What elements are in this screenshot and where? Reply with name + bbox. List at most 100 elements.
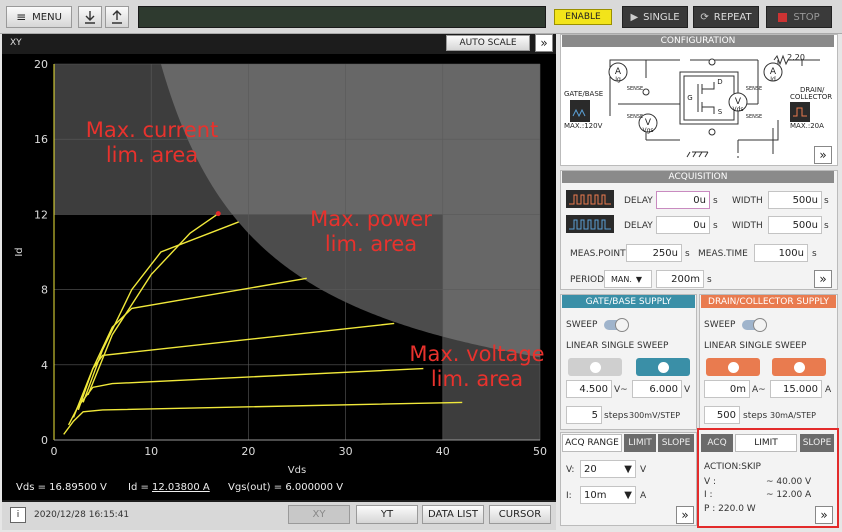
limit-more-chevron-icon[interactable]: »: [815, 506, 833, 524]
drain-stop-value: 15.000: [783, 383, 818, 395]
tab-limit-right-label: LIMIT: [754, 438, 778, 448]
drain-supply-icon: [790, 102, 810, 122]
download-icon: [85, 11, 95, 24]
stop-button[interactable]: STOP: [766, 6, 832, 28]
gate-start-unit: V~: [614, 385, 628, 395]
fet-drain-label: D: [717, 78, 722, 86]
menu-icon: ≡: [16, 10, 27, 24]
annotation-power-line-1: lim. area: [324, 232, 418, 256]
expand-graph-chevron-icon[interactable]: »: [535, 34, 553, 52]
tab-slope-left[interactable]: SLOPE: [658, 434, 694, 452]
single-button[interactable]: ▶ SINGLE: [622, 6, 688, 28]
period-mode-select[interactable]: MAN. ▼: [604, 270, 652, 288]
delay-unit-1: s: [713, 196, 718, 206]
gate-start-knob-icon[interactable]: [568, 358, 622, 376]
x-tick-label-5: 50: [533, 445, 547, 458]
period-label: PERIOD: [570, 275, 605, 285]
width-value-1: 500u: [792, 194, 818, 206]
dropdown-arrow-icon: ▼: [624, 489, 632, 501]
tab-acq-right[interactable]: ACQ: [701, 434, 733, 452]
range-i-unit: A: [640, 491, 647, 501]
fet-gate-label: G: [687, 94, 692, 102]
meas-point-value: 250u: [652, 247, 678, 259]
y-tick-label-1: 4: [41, 359, 48, 372]
meas-time-value: 100u: [778, 247, 804, 259]
drain-start-knob-icon[interactable]: [706, 358, 760, 376]
width-label-1: WIDTH: [732, 196, 763, 206]
annotation-current-line-1: lim. area: [105, 143, 199, 167]
info-icon[interactable]: i: [10, 507, 26, 523]
load-data-button[interactable]: [105, 6, 129, 28]
gate-start-field[interactable]: 4.500: [566, 380, 612, 398]
id-meter-label: Id: [770, 76, 776, 83]
timestamp: 2020/12/28 16:15:41: [34, 510, 130, 520]
readout-id-label: Id =: [128, 482, 149, 493]
gate-stop-unit: V: [684, 385, 691, 395]
drain-stop-knob-icon[interactable]: [772, 358, 826, 376]
tab-limit-left-label: LIMIT: [628, 438, 652, 448]
tab-acq-range-label: ACQ RANGE: [565, 438, 619, 448]
tab-xy-label: XY: [312, 509, 326, 520]
readout-vds: Vds = 16.89500 V: [16, 482, 107, 493]
range-v-value: 20: [584, 463, 597, 475]
range-v-label: V:: [566, 465, 575, 475]
acq-range-more-chevron-icon[interactable]: »: [676, 506, 694, 524]
tab-xy[interactable]: XY: [288, 505, 350, 524]
gate-steps-label: steps: [604, 411, 629, 421]
annotation-voltage-limit: Max. voltage lim. area: [394, 342, 560, 392]
y-tick-label-3: 12: [34, 208, 48, 221]
sense-label-1: SENSE: [627, 86, 643, 92]
y-tick-label-5: 20: [34, 58, 48, 71]
drain-start-field[interactable]: 0m: [704, 380, 750, 398]
gate-supply-icon: [570, 100, 590, 122]
gate-stop-knob-icon[interactable]: [636, 358, 690, 376]
gate-step-size: 300mV/STEP: [629, 411, 681, 420]
drain-sweep-toggle[interactable]: [742, 318, 767, 332]
tab-cursor[interactable]: CURSOR: [489, 505, 551, 524]
annotation-voltage-line-1: lim. area: [430, 367, 524, 391]
enable-badge[interactable]: ENABLE: [554, 9, 612, 25]
delay-field-2[interactable]: 0u: [656, 216, 710, 234]
drain-pulse-waveform-icon[interactable]: [566, 215, 614, 233]
tab-acq-range[interactable]: ACQ RANGE: [562, 434, 622, 452]
autoscale-button[interactable]: AUTO SCALE: [446, 35, 530, 51]
menu-button[interactable]: ≡ MENU: [6, 6, 72, 28]
drain-sweep-mode: LINEAR SINGLE SWEEP: [704, 341, 807, 351]
tab-data-list[interactable]: DATA LIST: [422, 505, 484, 524]
meas-point-field[interactable]: 250u: [626, 244, 682, 262]
delay-value-2: 0u: [693, 219, 706, 231]
delay-field-1[interactable]: 0u: [656, 191, 710, 209]
limit-p-value: P : 220.0 W: [704, 504, 756, 514]
tab-limit-right[interactable]: LIMIT: [735, 434, 797, 452]
tab-cursor-label: CURSOR: [498, 509, 542, 520]
single-label: SINGLE: [643, 11, 680, 23]
gate-steps-field[interactable]: 5: [566, 406, 602, 424]
tab-yt-label: YT: [380, 509, 394, 520]
repeat-button[interactable]: ⟳ REPEAT: [693, 6, 759, 28]
tab-limit-left[interactable]: LIMIT: [624, 434, 656, 452]
width-field-1[interactable]: 500u: [768, 191, 822, 209]
delay-value-1: 0u: [693, 194, 706, 206]
meas-time-field[interactable]: 100u: [754, 244, 808, 262]
tab-slope-right[interactable]: SLOPE: [800, 434, 834, 452]
configuration-more-chevron-icon[interactable]: »: [814, 146, 832, 164]
drain-steps-field[interactable]: 500: [704, 406, 740, 424]
save-data-button[interactable]: [78, 6, 102, 28]
tab-yt[interactable]: YT: [356, 505, 418, 524]
period-field[interactable]: 200m: [656, 270, 704, 288]
y-axis-label: Id: [14, 247, 25, 256]
range-i-select[interactable]: 10m ▼: [580, 486, 636, 504]
range-v-unit: V: [640, 465, 647, 475]
meas-time-unit: s: [812, 249, 817, 259]
range-v-select[interactable]: 20 ▼: [580, 460, 636, 478]
width-field-2[interactable]: 500u: [768, 216, 822, 234]
width-value-2: 500u: [792, 219, 818, 231]
drain-stop-field[interactable]: 15.000: [770, 380, 822, 398]
vgs-meter-label: Vgs: [642, 127, 653, 134]
gate-sweep-toggle[interactable]: [604, 318, 629, 332]
x-axis-label: Vds: [288, 465, 306, 476]
acquisition-more-chevron-icon[interactable]: »: [814, 270, 832, 288]
gate-pulse-waveform-icon[interactable]: [566, 190, 614, 208]
acquisition-title: ACQUISITION: [562, 171, 834, 183]
gate-stop-field[interactable]: 6.000: [632, 380, 682, 398]
